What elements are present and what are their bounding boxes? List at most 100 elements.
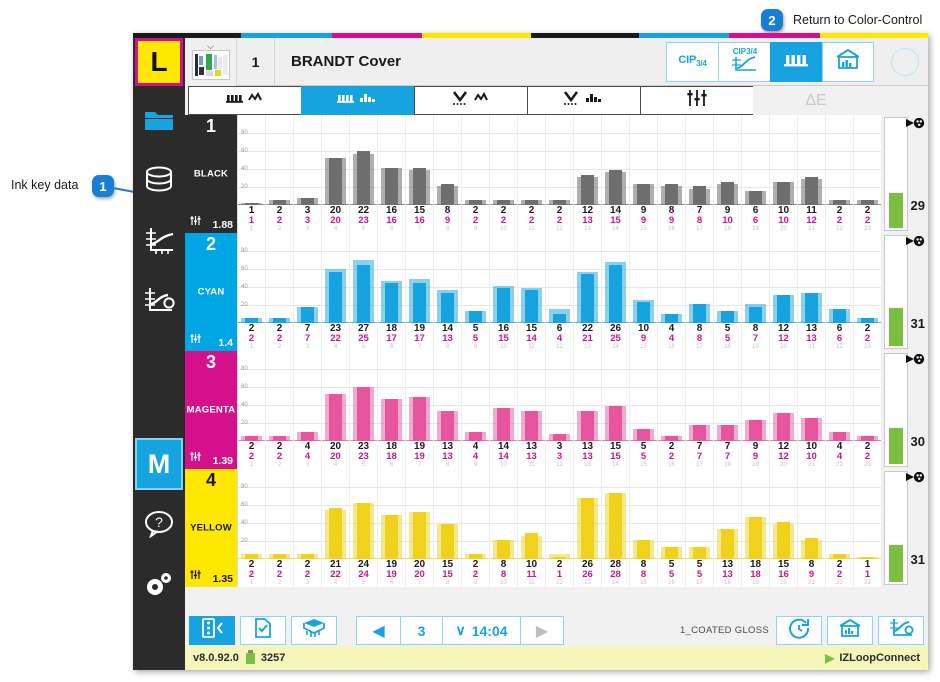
- ink-zone[interactable]: 2 2 11: [518, 115, 546, 233]
- ink-zone[interactable]: 18 17 6: [378, 233, 406, 351]
- ink-zone[interactable]: 2 2 23: [854, 115, 882, 233]
- job-report-button[interactable]: [240, 616, 286, 645]
- ink-zone[interactable]: 18 18 19: [742, 469, 770, 587]
- ink-key-list-button[interactable]: [189, 616, 235, 645]
- sidebar-item-curve[interactable]: [135, 214, 183, 266]
- ink-zone[interactable]: 222: [266, 469, 294, 587]
- ink-zone[interactable]: 13 13 21: [798, 233, 826, 351]
- ink-zone[interactable]: 9 10 18: [714, 115, 742, 233]
- ink-zone[interactable]: 15 16 20: [770, 469, 798, 587]
- ink-zone[interactable]: 15 14 11: [518, 233, 546, 351]
- sidebar-item-help[interactable]: ?: [135, 498, 183, 550]
- eye-icon[interactable]: [906, 117, 926, 135]
- ink-zone[interactable]: 22 21 13: [574, 233, 602, 351]
- job-thumbnail-cell[interactable]: ⌵: [185, 37, 237, 86]
- sidebar-item-measure[interactable]: M: [135, 438, 183, 490]
- channel-plot-magenta[interactable]: 20 40 60 80 2 2 1 2 2 2 4 4 3 20 20 4 23 23 5 18 18 6 19 19 7 13 1…: [237, 351, 882, 469]
- channel-label-cyan[interactable]: 2 CYAN 1.4: [185, 233, 237, 351]
- ink-zone[interactable]: 14 14 10: [490, 351, 518, 469]
- press-button[interactable]: [822, 41, 874, 82]
- ink-zone[interactable]: 12 12 20: [770, 233, 798, 351]
- ink-zone[interactable]: 9 9 15: [630, 115, 658, 233]
- ink-zone[interactable]: 6 4 12: [546, 233, 574, 351]
- sheet-count[interactable]: 3: [400, 616, 442, 645]
- ink-zone[interactable]: 5 5 16: [658, 469, 686, 587]
- ink-zone[interactable]: 10 9 15: [630, 233, 658, 351]
- ink-zone[interactable]: 20 20 7: [406, 469, 434, 587]
- ink-zone[interactable]: 22 23 5: [350, 115, 378, 233]
- tab-sliders[interactable]: [640, 86, 753, 115]
- eye-icon[interactable]: [906, 235, 926, 253]
- ink-zone[interactable]: 10 11 11: [518, 469, 546, 587]
- next-sheet-button[interactable]: ▶: [520, 616, 564, 645]
- eye-icon[interactable]: [906, 353, 926, 371]
- tab-ink-zone-profile[interactable]: [188, 86, 301, 115]
- prev-sheet-button[interactable]: ◀: [356, 616, 400, 645]
- ink-zone[interactable]: 10 10 21: [798, 351, 826, 469]
- ink-zone[interactable]: 12 12 20: [770, 351, 798, 469]
- ink-zone[interactable]: 1 1 23: [854, 469, 882, 587]
- ink-zone[interactable]: 13 13 18: [714, 469, 742, 587]
- loop-connect-status[interactable]: ▶ IZLoopConnect: [825, 651, 920, 665]
- ink-zone[interactable]: 333: [294, 115, 322, 233]
- ink-zone[interactable]: 2 2 23: [854, 233, 882, 351]
- sidebar-item-database[interactable]: [135, 154, 183, 206]
- ink-zone[interactable]: 2 2 10: [490, 115, 518, 233]
- ink-zone[interactable]: 6 6 22: [826, 233, 854, 351]
- cip-curve-button[interactable]: CIP3/4: [718, 41, 770, 82]
- ink-zone[interactable]: 5 5 18: [714, 233, 742, 351]
- ink-zone[interactable]: 10 10 20: [770, 115, 798, 233]
- ink-zone[interactable]: 27 25 5: [350, 233, 378, 351]
- ink-zone[interactable]: 449: [462, 351, 490, 469]
- ink-zone[interactable]: 16 16 6: [378, 115, 406, 233]
- ink-zone[interactable]: 229: [462, 469, 490, 587]
- ink-zone[interactable]: 15 15 14: [602, 351, 630, 469]
- ink-zone[interactable]: 898: [434, 115, 462, 233]
- ink-zone[interactable]: 7 7 17: [686, 351, 714, 469]
- ink-zone[interactable]: 8 7 19: [742, 233, 770, 351]
- channel-label-black[interactable]: 1 BLACK 1.88: [185, 115, 237, 233]
- channel-plot-yellow[interactable]: 20 40 60 80 2 2 1 2 2 2 2 2 3 21 22 4 24 24 5 19 19 6 20 20 7 15 1…: [237, 469, 882, 587]
- ink-zone[interactable]: 15 16 7: [406, 115, 434, 233]
- ink-zone[interactable]: 221: [238, 469, 266, 587]
- ink-zone[interactable]: 2 2 22: [826, 115, 854, 233]
- ink-zone[interactable]: 222: [266, 115, 294, 233]
- ink-zone[interactable]: 4 4 16: [658, 233, 686, 351]
- ink-zone[interactable]: 8 8 15: [630, 469, 658, 587]
- ink-zone[interactable]: 7 7 18: [714, 351, 742, 469]
- ink-zone[interactable]: 23 23 5: [350, 351, 378, 469]
- ink-zone[interactable]: 222: [266, 351, 294, 469]
- ink-zone[interactable]: 3 3 12: [546, 351, 574, 469]
- cip-density-button[interactable]: CIP3/4: [666, 41, 718, 82]
- eye-icon[interactable]: [906, 471, 926, 489]
- ink-zone[interactable]: 16 15 10: [490, 233, 518, 351]
- ink-zone[interactable]: 773: [294, 233, 322, 351]
- ink-zone[interactable]: 23 22 4: [322, 233, 350, 351]
- ink-key-button[interactable]: [770, 41, 822, 82]
- tab-ink-key-data[interactable]: [301, 86, 414, 115]
- ink-zone[interactable]: 19 17 7: [406, 233, 434, 351]
- ink-zone[interactable]: 15 15 8: [434, 469, 462, 587]
- ink-zone[interactable]: 20 20 4: [322, 351, 350, 469]
- ink-zone[interactable]: 4 4 22: [826, 351, 854, 469]
- ink-zone[interactable]: 26 26 13: [574, 469, 602, 587]
- ink-zone[interactable]: 8 9 16: [658, 115, 686, 233]
- ink-zone[interactable]: 20 20 4: [322, 115, 350, 233]
- ink-zone[interactable]: 222: [266, 233, 294, 351]
- job-preview-thumbnail[interactable]: [191, 50, 230, 80]
- ink-zone[interactable]: 2 2 22: [826, 469, 854, 587]
- ink-zone[interactable]: 12 13 13: [574, 115, 602, 233]
- tab-curve-bars[interactable]: [527, 86, 640, 115]
- channel-label-yellow[interactable]: 4 YELLOW 1.35: [185, 469, 237, 587]
- ink-zone[interactable]: 18 18 6: [378, 351, 406, 469]
- tab-curve-wave[interactable]: [414, 86, 527, 115]
- ink-zone[interactable]: 8 9 21: [798, 469, 826, 587]
- ink-zone[interactable]: 2 2 12: [546, 115, 574, 233]
- ink-zone[interactable]: 24 24 5: [350, 469, 378, 587]
- ink-zone[interactable]: 221: [238, 351, 266, 469]
- refresh-button[interactable]: [776, 616, 822, 645]
- ink-zone[interactable]: 8 8 10: [490, 469, 518, 587]
- measurement-time[interactable]: ∨ 14:04: [442, 616, 520, 645]
- ink-zone[interactable]: 19 19 7: [406, 351, 434, 469]
- ink-zone[interactable]: 6 6 19: [742, 115, 770, 233]
